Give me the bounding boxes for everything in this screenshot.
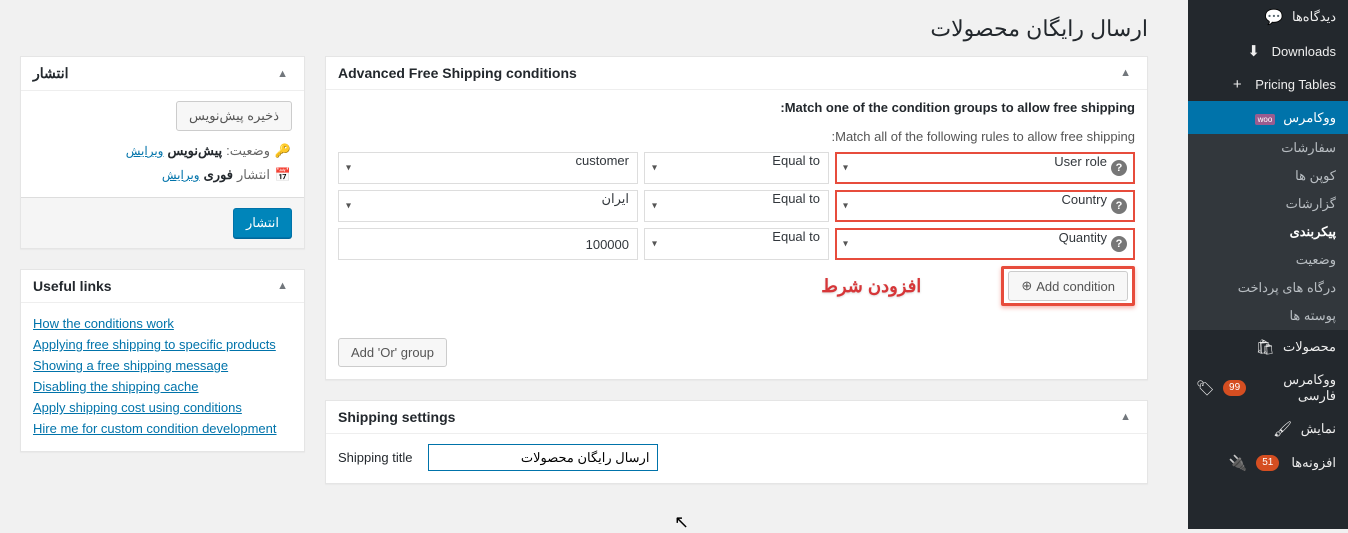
shipping-settings-postbox: ▲ Shipping settings Shipping title — [325, 400, 1148, 484]
useful-link[interactable]: Applying free shipping to specific produ… — [33, 337, 276, 352]
menu-woo-fa[interactable]: ووکامرس فارسی 99 🏷 — [1188, 364, 1348, 412]
toggle-icon[interactable]: ▲ — [273, 280, 292, 292]
useful-links-list: How the conditions work Applying free sh… — [33, 313, 292, 439]
menu-label: نمایش — [1301, 421, 1336, 437]
menu-label: دیدگاه‌ها — [1292, 9, 1336, 25]
plug-icon: 🔌 — [1228, 454, 1248, 472]
download-icon: ⬇ — [1244, 42, 1264, 60]
postbox-title: انتشار — [33, 65, 69, 82]
menu-label: ووکامرس فارسی — [1258, 372, 1336, 404]
useful-link[interactable]: Hire me for custom condition development — [33, 421, 277, 436]
submenu-coupons[interactable]: کوپن ها — [1188, 162, 1348, 190]
plus-circle-icon: ⊕ — [1021, 278, 1032, 294]
submenu-settings[interactable]: پیکربندی — [1188, 218, 1348, 246]
menu-comments[interactable]: دیدگاه‌ها 💬 — [1188, 0, 1348, 34]
menu-woocommerce[interactable]: ووکامرس woo سفارشات کوپن ها گزارشات پیکرب… — [1188, 101, 1348, 330]
postbox-handle[interactable]: ▲ انتشار — [21, 57, 304, 91]
help-icon[interactable]: ? — [1111, 236, 1127, 252]
useful-links-postbox: ▲ Useful links How the conditions work A… — [20, 269, 305, 452]
submenu-reports[interactable]: گزارشات — [1188, 190, 1348, 218]
calendar-icon: 📅 — [274, 167, 292, 183]
add-condition-highlight: Add condition⊕ — [1001, 266, 1135, 306]
toggle-icon[interactable]: ▲ — [1116, 67, 1135, 79]
cursor-icon: ↖ — [674, 512, 689, 533]
condition-operator-select[interactable]: Equal to — [644, 190, 829, 222]
page-title: ارسال رایگان محصولات — [20, 16, 1148, 42]
condition-value-input[interactable] — [338, 228, 638, 260]
condition-row: ?Quantity Equal to — [338, 228, 1135, 260]
visibility-line: 📅 انتشار فوری ویرایش — [33, 163, 292, 187]
condition-value-select[interactable]: ایران — [338, 190, 638, 222]
update-badge: 51 — [1256, 455, 1279, 471]
submenu-gateways[interactable]: درگاه های پرداخت — [1188, 274, 1348, 302]
submenu-status[interactable]: وضعیت — [1188, 246, 1348, 274]
plus-icon: + — [1227, 76, 1247, 93]
tag-icon: 🏷 — [1196, 379, 1215, 397]
submenu-orders[interactable]: سفارشات — [1188, 134, 1348, 162]
save-draft-button[interactable]: ذخیره پیش‌نویس — [176, 101, 292, 131]
condition-field-select[interactable]: ?User role — [835, 152, 1135, 184]
condition-field-select[interactable]: ?Quantity — [835, 228, 1135, 260]
products-icon: 🛍 — [1255, 338, 1275, 356]
menu-pricing-tables[interactable]: Pricing Tables + — [1188, 68, 1348, 101]
postbox-handle[interactable]: ▲ Advanced Free Shipping conditions — [326, 57, 1147, 90]
useful-link[interactable]: How the conditions work — [33, 316, 174, 331]
comments-icon: 💬 — [1264, 8, 1284, 26]
condition-field-select[interactable]: ?Country — [835, 190, 1135, 222]
useful-link[interactable]: Apply shipping cost using conditions — [33, 400, 242, 415]
publish-postbox: ▲ انتشار ذخیره پیش‌نویس 🔑 وضعیت: پیش‌نوی… — [20, 56, 305, 249]
key-icon: 🔑 — [274, 143, 292, 159]
add-or-group-button[interactable]: Add 'Or' group — [338, 338, 447, 367]
menu-label: ووکامرس — [1283, 110, 1336, 126]
menu-appearance[interactable]: نمایش 🖌 — [1188, 412, 1348, 446]
annotation-text: افزودن شرط — [821, 276, 921, 297]
postbox-title: Useful links — [33, 278, 112, 294]
status-line: 🔑 وضعیت: پیش‌نویس ویرایش — [33, 139, 292, 163]
conditions-subtitle: Match one of the condition groups to all… — [338, 100, 1135, 115]
menu-label: افزونه‌ها — [1291, 455, 1336, 471]
group-description: Match all of the following rules to allo… — [338, 129, 1135, 144]
useful-link[interactable]: Disabling the shipping cache — [33, 379, 199, 394]
toggle-icon[interactable]: ▲ — [1116, 411, 1135, 423]
toggle-icon[interactable]: ▲ — [273, 68, 292, 80]
edit-status-link[interactable]: ویرایش — [126, 144, 164, 158]
woocommerce-submenu: سفارشات کوپن ها گزارشات پیکربندی وضعیت د… — [1188, 134, 1348, 330]
edit-visibility-link[interactable]: ویرایش — [162, 168, 200, 182]
useful-link[interactable]: Showing a free shipping message — [33, 358, 228, 373]
menu-products[interactable]: محصولات 🛍 — [1188, 330, 1348, 364]
publish-button[interactable]: انتشار — [233, 208, 292, 238]
postbox-handle[interactable]: ▲ Useful links — [21, 270, 304, 303]
menu-plugins[interactable]: افزونه‌ها 51 🔌 — [1188, 446, 1348, 480]
postbox-handle[interactable]: ▲ Shipping settings — [326, 401, 1147, 434]
menu-label: Pricing Tables — [1255, 77, 1336, 92]
shipping-title-input[interactable] — [428, 444, 658, 471]
condition-operator-select[interactable]: Equal to — [644, 228, 829, 260]
submenu-themes[interactable]: پوسته ها — [1188, 302, 1348, 330]
condition-row: ?Country Equal to ایران — [338, 190, 1135, 222]
conditions-postbox: ▲ Advanced Free Shipping conditions Matc… — [325, 56, 1148, 380]
condition-operator-select[interactable]: Equal to — [644, 152, 829, 184]
add-condition-button[interactable]: Add condition⊕ — [1008, 271, 1128, 301]
menu-label: محصولات — [1283, 339, 1336, 355]
help-icon[interactable]: ? — [1111, 198, 1127, 214]
condition-value-select[interactable]: customer — [338, 152, 638, 184]
help-icon[interactable]: ? — [1111, 160, 1127, 176]
brush-icon: 🖌 — [1273, 420, 1293, 438]
woocommerce-icon: woo — [1255, 109, 1275, 126]
postbox-title: Advanced Free Shipping conditions — [338, 65, 577, 81]
update-badge: 99 — [1223, 380, 1246, 396]
menu-label: Downloads — [1272, 44, 1336, 59]
menu-downloads[interactable]: Downloads ⬇ — [1188, 34, 1348, 68]
postbox-title: Shipping settings — [338, 409, 455, 425]
condition-row: ?User role Equal to customer — [338, 152, 1135, 184]
admin-sidebar: دیدگاه‌ها 💬 Downloads ⬇ Pricing Tables + وو… — [1188, 0, 1348, 529]
shipping-title-label: Shipping title — [338, 450, 412, 465]
